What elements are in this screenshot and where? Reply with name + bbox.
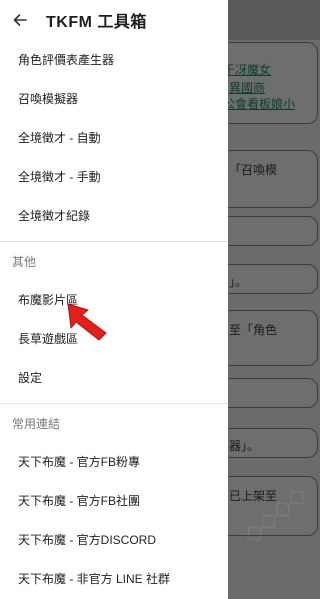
section-header-other: 其他 — [12, 254, 37, 269]
menu-item-idle-game-area[interactable]: 長草遊戲區 — [0, 319, 228, 358]
drawer-header: TKFM 工具箱 — [0, 0, 228, 40]
menu-item-recruit-auto[interactable]: 全境徵才 - 自動 — [0, 118, 228, 157]
menu-item-recruit-history[interactable]: 全境徵才紀錄 — [0, 196, 228, 235]
link-official-fb-page[interactable]: 天下布魔 - 官方FB粉專 — [0, 442, 228, 481]
menu-item-summon-simulator[interactable]: 召喚模擬器 — [0, 79, 228, 118]
section-header-links: 常用連結 — [12, 416, 61, 431]
menu-item-settings[interactable]: 設定 — [0, 358, 228, 397]
link-unofficial-line[interactable]: 天下布魔 - 非官方 LINE 社群 — [0, 559, 228, 598]
navigation-drawer: TKFM 工具箱 角色評價表產生器 召喚模擬器 全境徵才 - 自動 全境徵才 -… — [0, 0, 228, 599]
link-official-fb-group[interactable]: 天下布魔 - 官方FB社團 — [0, 481, 228, 520]
drawer-title: TKFM 工具箱 — [46, 14, 147, 31]
link-official-discord[interactable]: 天下布魔 - 官方DISCORD — [0, 520, 228, 559]
red-pointer-arrow-icon — [67, 303, 107, 341]
drawer-menu-tools: 角色評價表產生器 召喚模擬器 全境徵才 - 自動 全境徵才 - 手動 全境徵才紀… — [0, 40, 228, 235]
menu-item-rating-generator[interactable]: 角色評價表產生器 — [0, 40, 228, 79]
drawer-menu-other: 布魔影片區 長草遊戲區 設定 — [0, 280, 228, 397]
menu-item-recruit-manual[interactable]: 全境徵才 - 手動 — [0, 157, 228, 196]
drawer-menu-links: 天下布魔 - 官方FB粉專 天下布魔 - 官方FB社團 天下布魔 - 官方DIS… — [0, 442, 228, 598]
menu-item-video-area[interactable]: 布魔影片區 — [0, 280, 228, 319]
back-arrow-icon[interactable] — [0, 0, 40, 40]
